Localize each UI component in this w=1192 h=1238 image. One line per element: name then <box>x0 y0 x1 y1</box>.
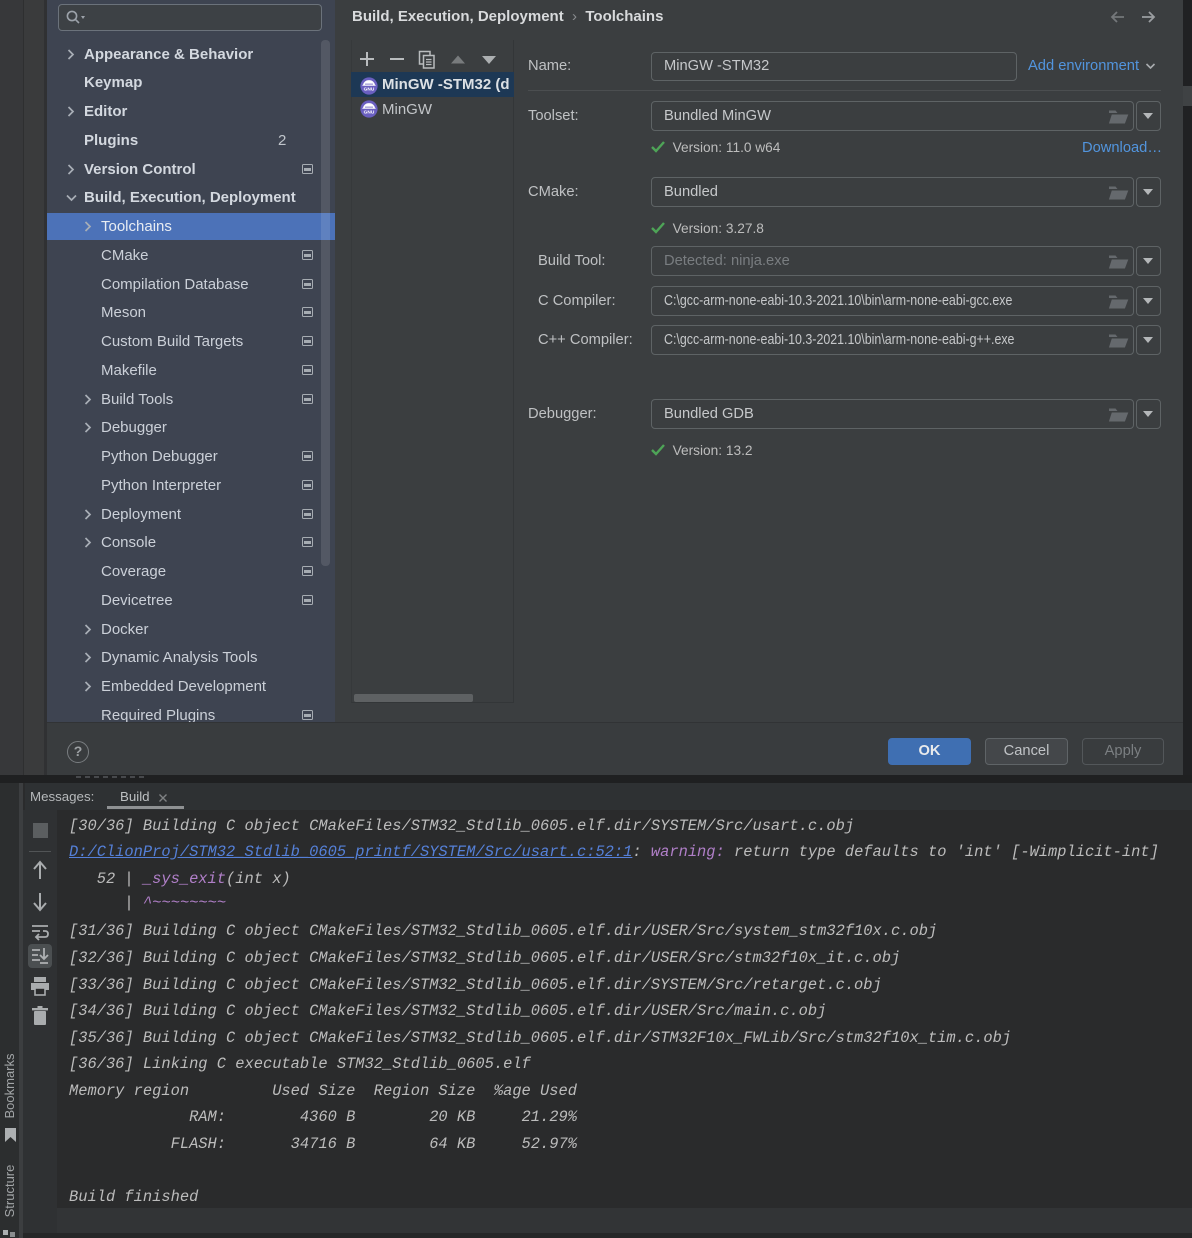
svg-text:GNU: GNU <box>364 110 375 116</box>
svg-text:GNU: GNU <box>364 87 375 93</box>
